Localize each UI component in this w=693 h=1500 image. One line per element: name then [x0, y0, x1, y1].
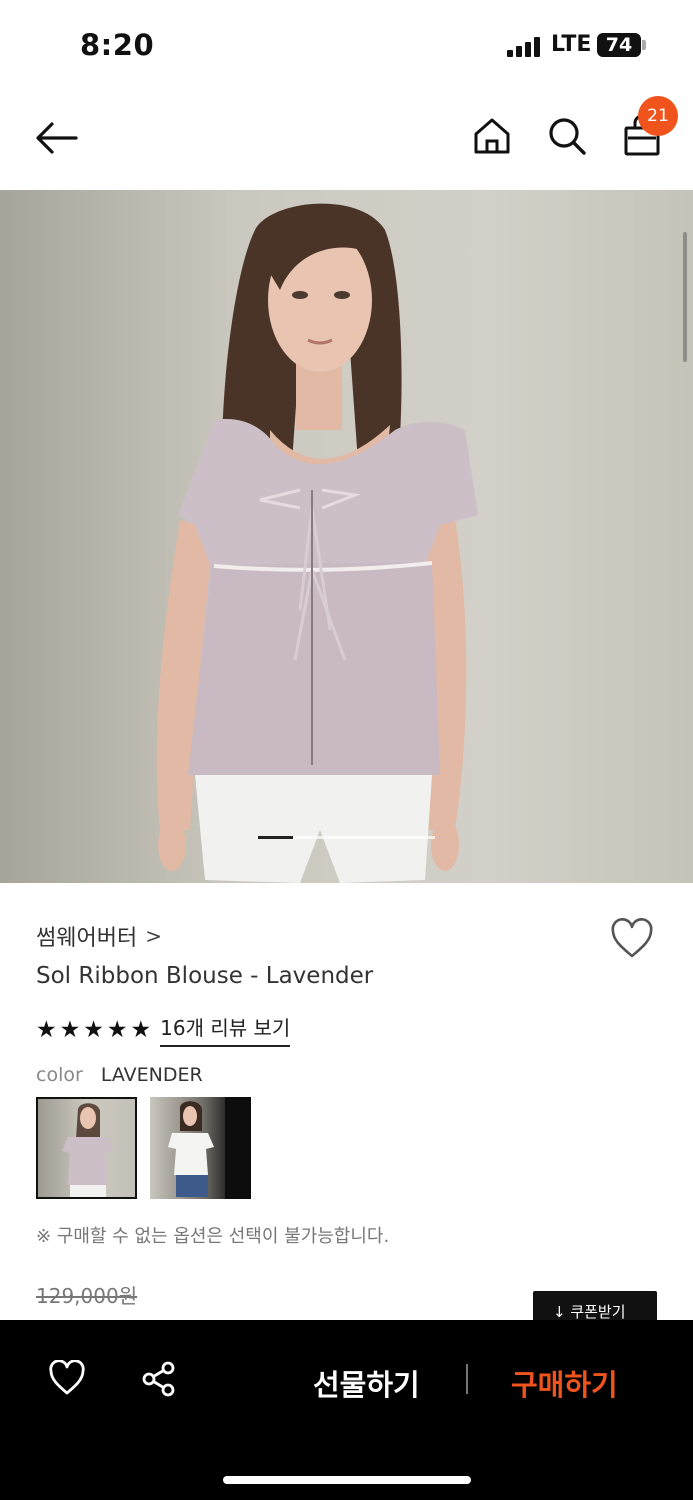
- color-swatch-white[interactable]: [150, 1097, 251, 1199]
- option-notice: ※ 구매할 수 없는 옵션은 선택이 불가능합니다.: [36, 1226, 390, 1247]
- top-nav: [0, 92, 693, 190]
- star-icon: ★: [83, 1016, 104, 1043]
- home-indicator[interactable]: [223, 1476, 471, 1484]
- product-title: Sol Ribbon Blouse - Lavender: [36, 963, 374, 989]
- original-price: 129,000원: [36, 1284, 138, 1308]
- view-reviews-link[interactable]: 16개 리뷰 보기: [160, 1012, 291, 1047]
- brand-name: 썸웨어버터: [36, 926, 138, 951]
- gift-button[interactable]: 선물하기: [313, 1362, 420, 1404]
- heart-icon[interactable]: [48, 1360, 86, 1396]
- star-icon: ★: [59, 1016, 81, 1043]
- buy-button[interactable]: 구매하기: [511, 1362, 618, 1404]
- swatch-photo: [168, 1097, 251, 1199]
- divider: [466, 1364, 468, 1394]
- cart-count-badge: 21: [638, 96, 678, 136]
- star-icon: ★: [36, 1016, 57, 1043]
- option-value: LAVENDER: [100, 1064, 203, 1086]
- battery-icon: 74: [597, 33, 641, 57]
- star-icon: ★: [130, 1016, 152, 1043]
- color-swatch-lavender[interactable]: [36, 1097, 137, 1199]
- home-icon[interactable]: [472, 116, 512, 156]
- brand-link[interactable]: 썸웨어버터 >: [36, 920, 162, 952]
- battery-nub: [642, 40, 646, 50]
- rating-row: ★ ★ ★ ★ ★ 16개 리뷰 보기: [36, 1012, 291, 1047]
- color-option-row: color LAVENDER: [36, 1064, 203, 1086]
- network-type: LTE: [551, 32, 592, 57]
- swatch-photo: [62, 1103, 114, 1197]
- bottom-action-bar: 선물하기 구매하기: [0, 1320, 693, 1500]
- carousel-indicator: [258, 836, 435, 839]
- carousel-indicator-active: [258, 836, 293, 839]
- back-arrow-icon[interactable]: [34, 118, 80, 158]
- share-icon[interactable]: [140, 1360, 178, 1398]
- star-icon: ★: [106, 1016, 128, 1043]
- product-photo: [0, 190, 693, 883]
- chevron-right-icon: >: [145, 924, 162, 948]
- vertical-scrollbar[interactable]: [683, 232, 687, 362]
- coupon-download-button[interactable]: ↓ 쿠폰받기: [533, 1291, 657, 1323]
- option-label: color: [36, 1064, 83, 1086]
- wishlist-heart-icon[interactable]: [610, 918, 654, 960]
- status-bar: 8:20 LTE 74: [0, 0, 693, 92]
- product-image-carousel[interactable]: [0, 190, 693, 883]
- status-time: 8:20: [80, 28, 155, 62]
- search-icon[interactable]: [547, 116, 587, 156]
- cell-signal-icon: [507, 37, 541, 57]
